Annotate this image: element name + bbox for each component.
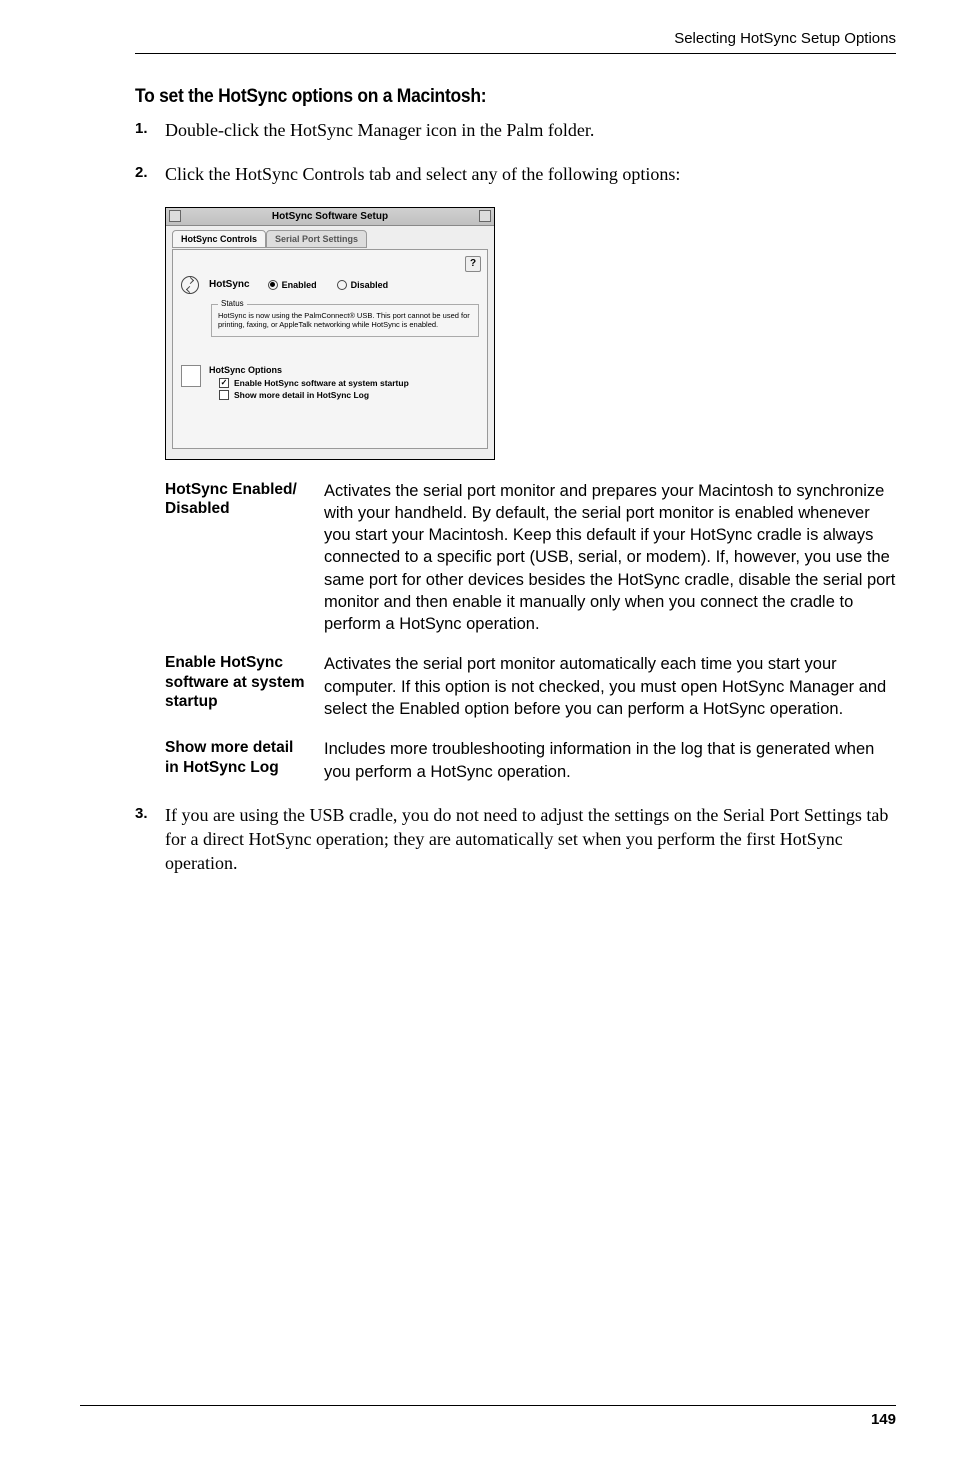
option-row: Enable HotSync software at system startu… — [165, 653, 896, 720]
radio-disabled-label: Disabled — [351, 280, 389, 290]
status-fieldset: Status HotSync is now using the PalmConn… — [211, 304, 479, 338]
help-icon[interactable]: ? — [465, 256, 481, 272]
option-term: Show more detail in HotSync Log — [165, 738, 310, 783]
tab-panel: ? HotSync Enabled Disabled — [172, 249, 488, 449]
step-text: Double-click the HotSync Manager icon in… — [165, 118, 594, 142]
hotsync-label: HotSync — [209, 279, 250, 290]
tab-bar: HotSync Controls Serial Port Settings — [172, 230, 488, 248]
page-header: Selecting HotSync Setup Options — [135, 30, 896, 54]
step-2: 2. Click the HotSync Controls tab and se… — [135, 162, 896, 186]
radio-enabled[interactable]: Enabled — [268, 280, 317, 290]
option-description: Includes more troubleshooting informatio… — [324, 738, 896, 783]
radio-enabled-label: Enabled — [282, 280, 317, 290]
step-number: 3. — [135, 803, 165, 876]
checkbox-label: Enable HotSync software at system startu… — [234, 378, 409, 388]
section-title: To set the HotSync options on a Macintos… — [135, 86, 835, 108]
checkbox-checked-icon: ✓ — [219, 378, 229, 388]
steps-list-cont: 3. If you are using the USB cradle, you … — [135, 803, 896, 876]
step-1: 1. Double-click the HotSync Manager icon… — [135, 118, 896, 142]
option-row: HotSync Enabled/ Disabled Activates the … — [165, 480, 896, 636]
option-description: Activates the serial port monitor automa… — [324, 653, 896, 720]
options-title: HotSync Options — [209, 365, 479, 375]
option-term: HotSync Enabled/ Disabled — [165, 480, 310, 636]
options-icon — [181, 365, 201, 387]
screenshot-figure: HotSync Software Setup HotSync Controls … — [165, 207, 896, 460]
step-number: 1. — [135, 118, 165, 142]
dialog-window: HotSync Software Setup HotSync Controls … — [165, 207, 495, 460]
radio-disabled[interactable]: Disabled — [337, 280, 389, 290]
page-number: 149 — [871, 1411, 896, 1428]
option-row: Show more detail in HotSync Log Includes… — [165, 738, 896, 783]
dialog-body: HotSync Controls Serial Port Settings ? … — [166, 226, 494, 459]
hotsync-row: HotSync Enabled Disabled — [181, 276, 479, 294]
checkbox-enable-startup[interactable]: ✓ Enable HotSync software at system star… — [219, 378, 479, 388]
options-content: HotSync Options ✓ Enable HotSync softwar… — [209, 365, 479, 402]
hotsync-icon — [181, 276, 199, 294]
tab-serial-port-settings[interactable]: Serial Port Settings — [266, 230, 367, 248]
step-3: 3. If you are using the USB cradle, you … — [135, 803, 896, 876]
step-number: 2. — [135, 162, 165, 186]
checkbox-show-detail[interactable]: Show more detail in HotSync Log — [219, 390, 479, 400]
step-text: Click the HotSync Controls tab and selec… — [165, 162, 680, 186]
collapse-icon[interactable] — [479, 210, 491, 222]
status-text: HotSync is now using the PalmConnect® US… — [218, 311, 472, 331]
page-footer: 149 — [80, 1405, 896, 1428]
dialog-titlebar: HotSync Software Setup — [166, 208, 494, 226]
radio-dot-empty-icon — [337, 280, 347, 290]
radio-group: Enabled Disabled — [268, 280, 389, 290]
checkbox-label: Show more detail in HotSync Log — [234, 390, 369, 400]
options-row: HotSync Options ✓ Enable HotSync softwar… — [181, 365, 479, 402]
options-table: HotSync Enabled/ Disabled Activates the … — [165, 480, 896, 783]
status-legend: Status — [218, 299, 247, 309]
steps-list: 1. Double-click the HotSync Manager icon… — [135, 118, 896, 187]
tab-hotsync-controls[interactable]: HotSync Controls — [172, 230, 266, 248]
step-text: If you are using the USB cradle, you do … — [165, 803, 896, 876]
option-description: Activates the serial port monitor and pr… — [324, 480, 896, 636]
close-icon[interactable] — [169, 210, 181, 222]
option-term: Enable HotSync software at system startu… — [165, 653, 310, 720]
dialog-title: HotSync Software Setup — [181, 211, 479, 222]
radio-dot-filled-icon — [268, 280, 278, 290]
checkbox-unchecked-icon — [219, 390, 229, 400]
